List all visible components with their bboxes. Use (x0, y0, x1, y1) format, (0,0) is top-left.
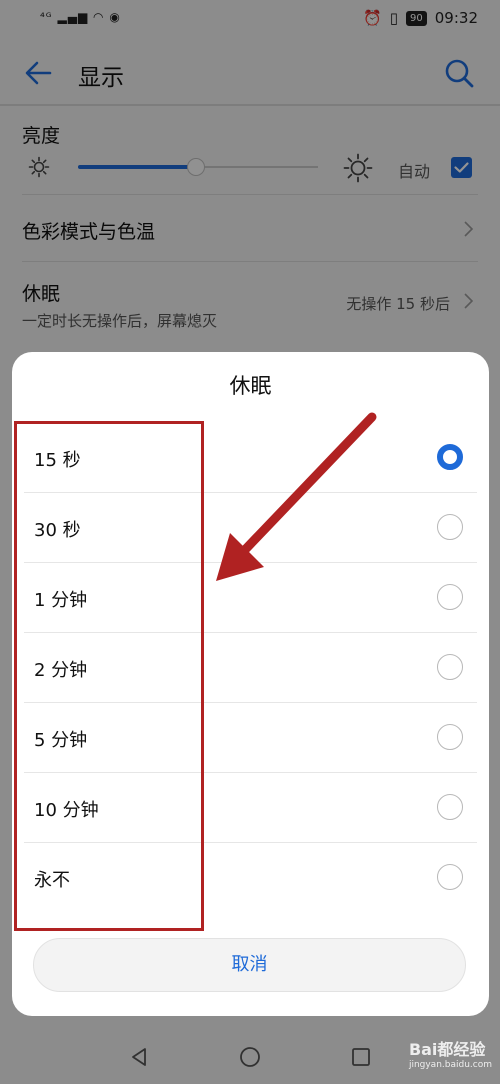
radio-button[interactable] (437, 514, 463, 540)
cancel-button[interactable]: 取消 (33, 938, 466, 992)
dialog-title: 休眠 (229, 374, 272, 398)
watermark: Bai都经验 jingyan.baidu.com (409, 1036, 492, 1070)
radio-button[interactable] (437, 584, 463, 610)
radio-button[interactable] (437, 794, 463, 820)
radio-button[interactable] (437, 724, 463, 750)
radio-button[interactable] (437, 444, 463, 470)
watermark-url: jingyan.baidu.com (408, 1060, 492, 1070)
annotation-highlight-box (14, 421, 204, 931)
radio-button[interactable] (437, 654, 463, 680)
radio-button[interactable] (437, 864, 463, 890)
watermark-brand: Bai都经验 (408, 1040, 486, 1059)
annotation-arrow-icon (216, 412, 377, 581)
